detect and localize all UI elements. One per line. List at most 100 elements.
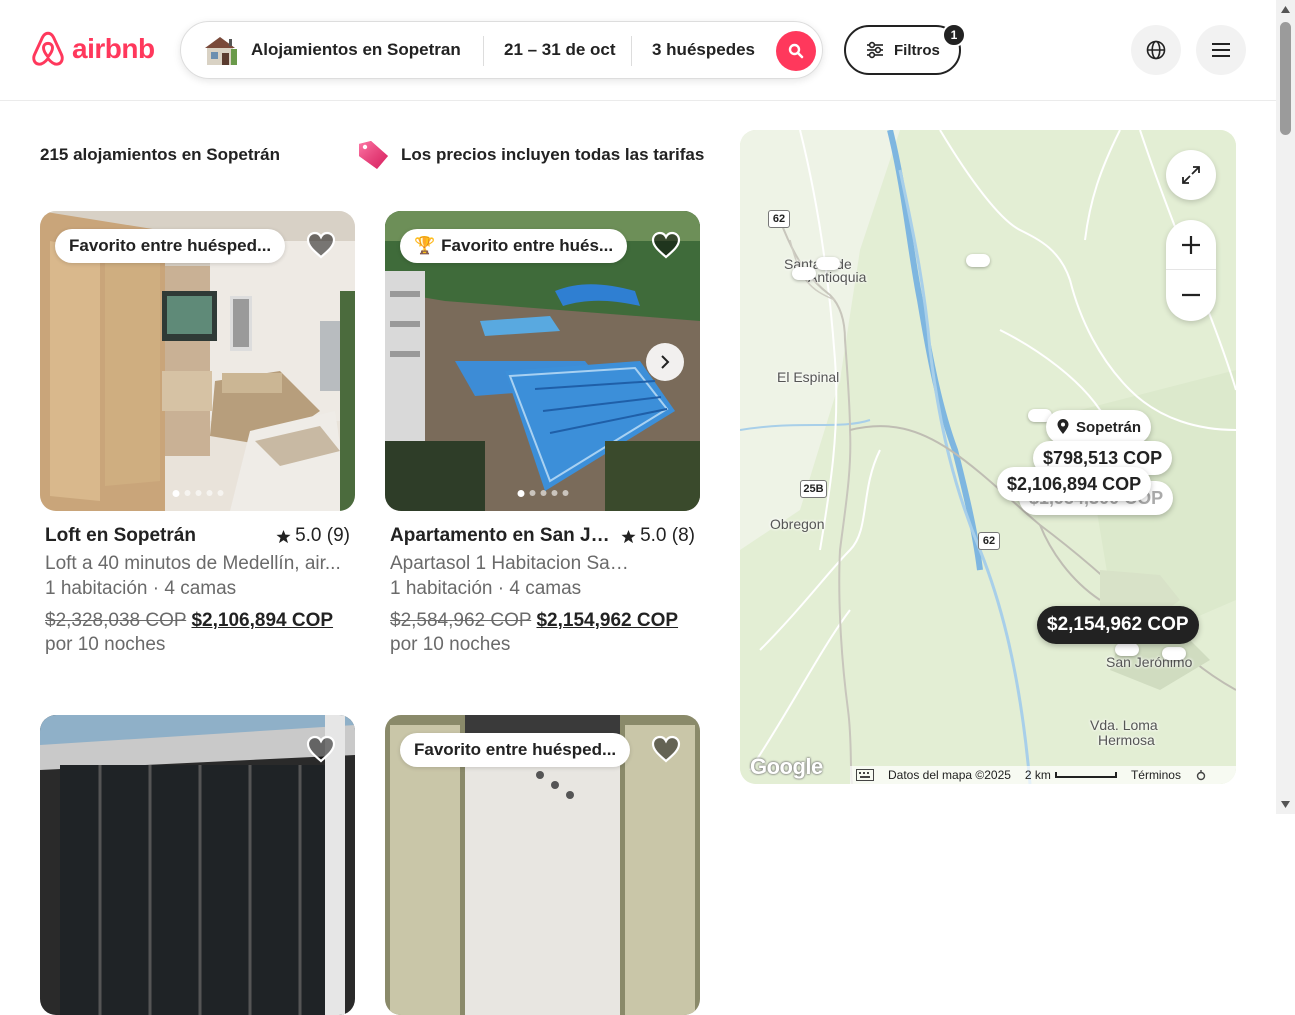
house-icon (205, 37, 237, 65)
listing-card[interactable]: Favorito entre huésped... Loft en Sopetr… (40, 211, 355, 656)
listing-photo[interactable]: Favorito entre huésped... (385, 715, 700, 1015)
photo-pagination-dots (172, 490, 223, 497)
top-header: airbnb Alojamientos en Sopetran 21 – 31 … (0, 0, 1276, 101)
map-scale: 2 km (1025, 768, 1117, 782)
page-scrollbar[interactable] (1276, 0, 1295, 814)
airbnb-icon (32, 31, 64, 66)
road-shield-62: 62 (978, 532, 1000, 550)
filters-count-badge: 1 (942, 23, 966, 47)
map-price-marker-mini[interactable] (1115, 643, 1139, 656)
minus-icon (1182, 293, 1200, 297)
listing-subtitle: Loft a 40 minutos de Medellín, air... (45, 553, 341, 574)
map-label-antioquia: Antioquia (808, 269, 867, 285)
listing-card[interactable]: Favorito entre huésped... (385, 715, 700, 1015)
map-price-marker[interactable]: $2,106,894 COP (997, 467, 1152, 501)
zoom-out-button[interactable] (1166, 270, 1216, 320)
results-count: 215 alojamientos en Sopetrán (40, 145, 280, 164)
map-label-espinal: El Espinal (777, 369, 840, 385)
badge-label: Favorito entre hués... (441, 236, 614, 255)
next-photo-button[interactable] (646, 343, 684, 381)
globe-icon (1146, 40, 1166, 60)
listing-rating: 5.0 (8) (621, 525, 695, 547)
map-label-obregon: Obregon (770, 516, 825, 532)
map-price-marker-selected[interactable]: $2,154,962 COP (1037, 606, 1199, 644)
language-button[interactable] (1131, 25, 1181, 75)
scroll-down-arrow-icon[interactable] (1276, 796, 1295, 812)
rating-value: 5.0 (9) (295, 525, 350, 546)
badge-label: Favorito entre huésped... (69, 236, 272, 255)
heart-icon[interactable] (305, 733, 337, 765)
scroll-thumb[interactable] (1280, 22, 1291, 135)
listing-photo[interactable]: Favorito entre huésped... (40, 211, 355, 511)
menu-button[interactable] (1196, 25, 1246, 75)
map-data-attribution[interactable]: Datos del mapa ©2025 (888, 768, 1011, 782)
search-icon (788, 43, 804, 59)
google-logo: Google (750, 754, 823, 779)
listing-photo[interactable] (40, 715, 355, 1015)
filters-label: Filtros (894, 41, 940, 59)
listing-title: Loft en Sopetrán (45, 525, 196, 546)
photo-pagination-dots (517, 490, 568, 497)
location-pin-icon (1057, 419, 1069, 434)
map-location-pin[interactable]: Sopetrán (1046, 410, 1152, 444)
heart-icon[interactable] (650, 733, 682, 765)
heart-icon[interactable] (305, 229, 337, 261)
scale-bar (1054, 772, 1117, 778)
badge-label: Favorito entre huésped... (414, 740, 617, 759)
listing-photo[interactable]: 🏆 Favorito entre hués... (385, 211, 700, 511)
price-period: por 10 noches (390, 634, 511, 655)
star-icon (276, 529, 291, 543)
map-label-hermosa: Hermosa (1098, 732, 1155, 748)
trophy-icon: 🏆 (414, 236, 436, 255)
discounted-price[interactable]: $2,154,962 COP (536, 610, 678, 631)
map-terms-link[interactable]: Términos (1131, 768, 1181, 782)
logo-wordmark: airbnb (72, 33, 155, 64)
expand-icon (1182, 166, 1200, 184)
map-footer: Datos del mapa ©2025 2 km Términos (850, 766, 1236, 784)
original-price: $2,584,962 COP (390, 610, 532, 631)
map-price-marker-mini[interactable] (1162, 647, 1186, 660)
keyboard-icon[interactable] (856, 769, 874, 781)
price-tag-icon (359, 141, 388, 169)
price-period: por 10 noches (45, 634, 166, 655)
search-button[interactable] (776, 31, 816, 71)
map-label-loma: Vda. Loma (1090, 717, 1158, 733)
guest-favorite-badge: Favorito entre huésped... (55, 229, 286, 263)
listing-price: $2,584,962 COP $2,154,962 COP (390, 610, 700, 632)
star-icon (621, 529, 636, 543)
price-note-text: Los precios incluyen todas las tarifas (401, 145, 705, 164)
rating-value: 5.0 (8) (640, 525, 695, 546)
chevron-right-icon (661, 355, 670, 369)
search-location[interactable]: Alojamientos en Sopetran (251, 40, 461, 60)
search-bar[interactable]: Alojamientos en Sopetran 21 – 31 de oct … (180, 21, 823, 79)
discounted-price[interactable]: $2,106,894 COP (191, 610, 333, 631)
listing-rating: 5.0 (9) (276, 525, 350, 547)
airbnb-logo[interactable]: airbnb (30, 29, 155, 69)
listing-card[interactable] (40, 715, 355, 1015)
fullscreen-button[interactable] (1166, 150, 1216, 200)
listing-price: $2,328,038 COP $2,106,894 COP (45, 610, 355, 632)
zoom-in-button[interactable] (1166, 220, 1216, 270)
listing-title: Apartamento en San Je... (390, 525, 615, 546)
search-guests[interactable]: 3 huéspedes (652, 40, 755, 60)
listing-beds: 1 habitación · 4 camas (390, 578, 582, 599)
scale-label: 2 km (1024, 768, 1051, 782)
scroll-up-arrow-icon[interactable] (1276, 2, 1295, 18)
divider (483, 36, 484, 66)
sliders-icon (867, 41, 883, 59)
results-map[interactable]: Santafé de Antioquia El Espinal Obregon … (740, 130, 1236, 784)
zoom-control (1166, 220, 1216, 321)
map-price-marker-mini[interactable] (816, 257, 840, 270)
search-dates[interactable]: 21 – 31 de oct (504, 40, 616, 60)
map-price-marker-mini[interactable] (792, 267, 816, 280)
map-price-marker-mini[interactable] (966, 254, 990, 267)
hamburger-menu-icon (1212, 43, 1230, 57)
listing-card[interactable]: 🏆 Favorito entre hués... Apartamento en … (385, 211, 700, 656)
heart-icon[interactable] (650, 229, 682, 261)
pin-label: Sopetrán (1076, 418, 1142, 436)
guest-favorite-badge: Favorito entre huésped... (400, 733, 631, 767)
guest-favorite-badge: 🏆 Favorito entre hués... (400, 229, 628, 263)
bug-report-icon[interactable] (1195, 769, 1207, 781)
listing-beds: 1 habitación · 4 camas (45, 578, 237, 599)
price-note: Los precios incluyen todas las tarifas (355, 138, 704, 172)
